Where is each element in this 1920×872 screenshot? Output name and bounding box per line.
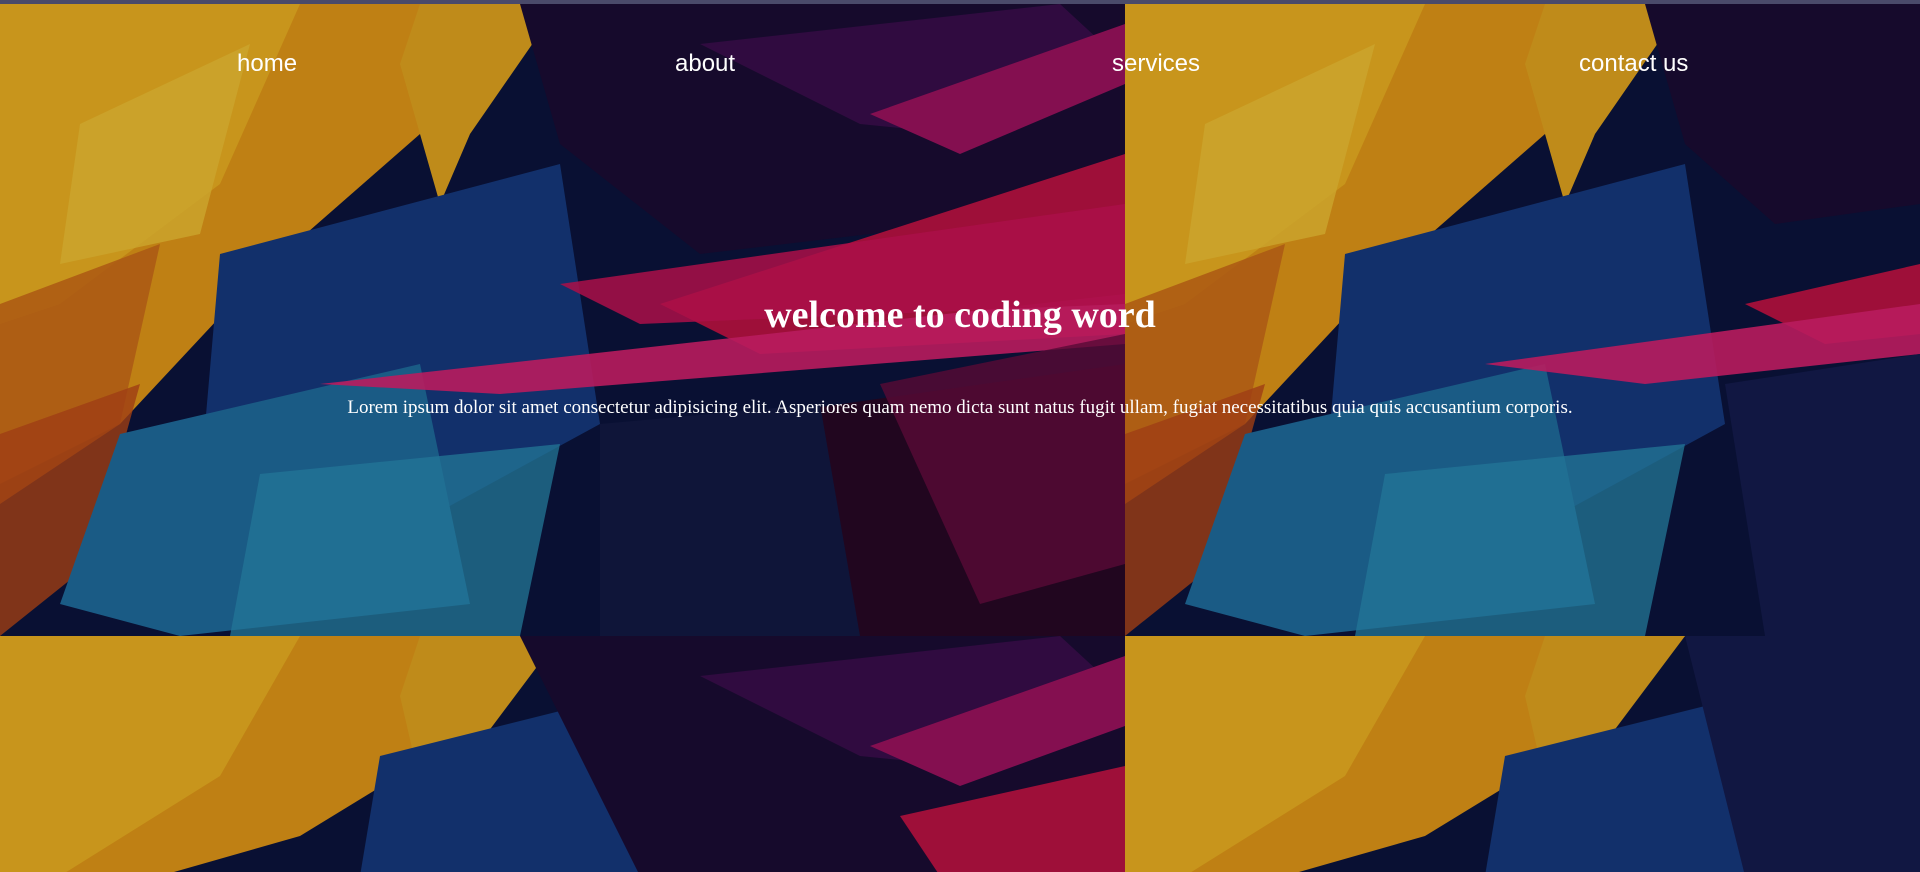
background-tile-bottom-left — [0, 636, 1125, 872]
nav-link-home[interactable]: home — [237, 50, 297, 78]
page: home about services contact us welcome t… — [0, 0, 1920, 872]
hero-description: Lorem ipsum dolor sit amet consectetur a… — [347, 397, 1573, 418]
main-navigation: home about services contact us — [0, 50, 1920, 90]
hero-title: welcome to coding word — [764, 294, 1156, 336]
background-tile-bottom-right — [1125, 636, 1920, 872]
nav-link-about[interactable]: about — [675, 50, 735, 78]
nav-link-contact-us[interactable]: contact us — [1579, 50, 1688, 78]
nav-link-services[interactable]: services — [1112, 50, 1200, 78]
